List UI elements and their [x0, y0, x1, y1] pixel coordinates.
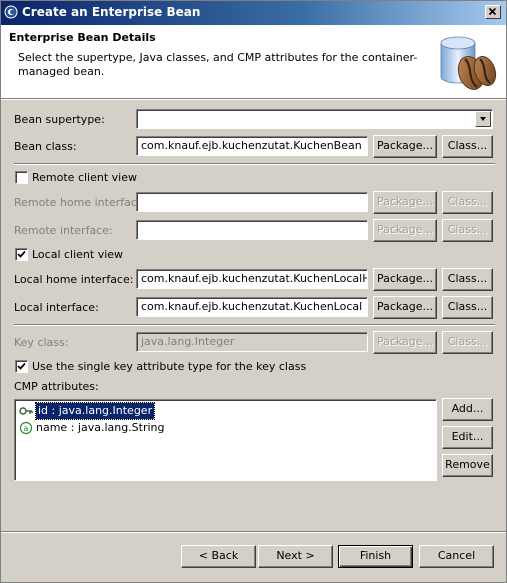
chevron-down-icon	[480, 117, 486, 121]
footer-separator	[1, 531, 506, 533]
local-interface-field[interactable]: com.knauf.ejb.kuchenzutat.KuchenLocal	[136, 297, 368, 317]
remote-home-class-button[interactable]: Class...	[442, 191, 493, 214]
window-title: Create an Enterprise Bean	[22, 5, 201, 19]
eclipse-app-icon	[4, 5, 18, 19]
cmp-attribute-text: id : java.lang.Integer	[34, 402, 156, 420]
add-attribute-button[interactable]: Add...	[442, 398, 493, 421]
svg-text:a: a	[24, 424, 29, 433]
banner-title: Enterprise Bean Details	[9, 31, 156, 44]
remote-home-interface-label: Remote home interface:	[14, 196, 148, 209]
checkmark-icon	[17, 362, 26, 370]
remote-home-package-button[interactable]: Package...	[373, 191, 437, 214]
local-client-view-label: Local client view	[32, 248, 124, 261]
wizard-banner: Enterprise Bean Details Select the super…	[1, 25, 506, 99]
single-key-checkbox[interactable]	[15, 360, 28, 373]
create-enterprise-bean-dialog: Create an Enterprise Bean Enterprise Bea…	[0, 0, 507, 583]
close-button[interactable]	[485, 5, 501, 19]
close-icon	[488, 7, 497, 16]
banner-description: Select the supertype, Java classes, and …	[18, 51, 418, 78]
local-home-package-button[interactable]: Package...	[373, 268, 437, 291]
bean-class-field[interactable]: com.knauf.ejb.kuchenzutat.KuchenBean	[136, 136, 368, 156]
remote-interface-label: Remote interface:	[14, 224, 113, 237]
remote-interface-package-button[interactable]: Package...	[373, 219, 437, 242]
remote-client-view-checkbox[interactable]	[15, 171, 28, 184]
next-button[interactable]: Next >	[258, 545, 333, 568]
cmp-attributes-list[interactable]: id : java.lang.Integer a name : java.lan…	[14, 399, 437, 481]
local-interface-package-button[interactable]: Package...	[373, 296, 437, 319]
local-client-view-checkbox[interactable]	[15, 248, 28, 261]
key-class-field[interactable]: java.lang.Integer	[136, 332, 368, 352]
finish-button[interactable]: Finish	[338, 545, 413, 568]
local-home-interface-field[interactable]: com.knauf.ejb.kuchenzutat.KuchenLocalHom…	[136, 269, 368, 289]
key-class-label: Key class:	[14, 336, 69, 349]
remote-interface-field[interactable]	[136, 220, 368, 240]
local-home-class-button[interactable]: Class...	[442, 268, 493, 291]
combo-dropdown-button[interactable]	[475, 111, 491, 127]
single-key-label: Use the single key attribute type for th…	[32, 360, 307, 373]
key-attribute-icon	[19, 407, 33, 415]
bean-class-class-button[interactable]: Class...	[442, 135, 493, 158]
enterprise-bean-wizard-icon	[440, 36, 497, 90]
title-bar[interactable]: Create an Enterprise Bean	[1, 1, 506, 25]
local-interface-label: Local interface:	[14, 301, 99, 314]
section-separator	[14, 163, 495, 165]
edit-attribute-button[interactable]: Edit...	[442, 426, 493, 449]
local-home-interface-label: Local home interface:	[14, 273, 134, 286]
bean-supertype-combo[interactable]	[136, 109, 493, 129]
remote-home-interface-field[interactable]	[136, 192, 368, 212]
key-class-package-button[interactable]: Package...	[373, 331, 437, 354]
checkmark-icon	[17, 250, 26, 258]
attribute-icon: a	[19, 421, 33, 435]
bean-class-package-button[interactable]: Package...	[373, 135, 437, 158]
local-interface-class-button[interactable]: Class...	[442, 296, 493, 319]
cmp-attribute-text: name : java.lang.String	[36, 421, 165, 434]
back-button[interactable]: < Back	[181, 545, 256, 568]
bean-supertype-label: Bean supertype:	[14, 113, 105, 126]
cancel-button[interactable]: Cancel	[419, 545, 494, 568]
remote-interface-class-button[interactable]: Class...	[442, 219, 493, 242]
banner-separator	[1, 99, 506, 100]
key-class-class-button[interactable]: Class...	[442, 331, 493, 354]
bean-class-label: Bean class:	[14, 140, 77, 153]
cmp-attributes-label: CMP attributes:	[14, 380, 99, 393]
remote-client-view-label: Remote client view	[32, 171, 137, 184]
remove-attribute-button[interactable]: Remove	[442, 454, 493, 477]
section-separator-2	[14, 324, 495, 326]
